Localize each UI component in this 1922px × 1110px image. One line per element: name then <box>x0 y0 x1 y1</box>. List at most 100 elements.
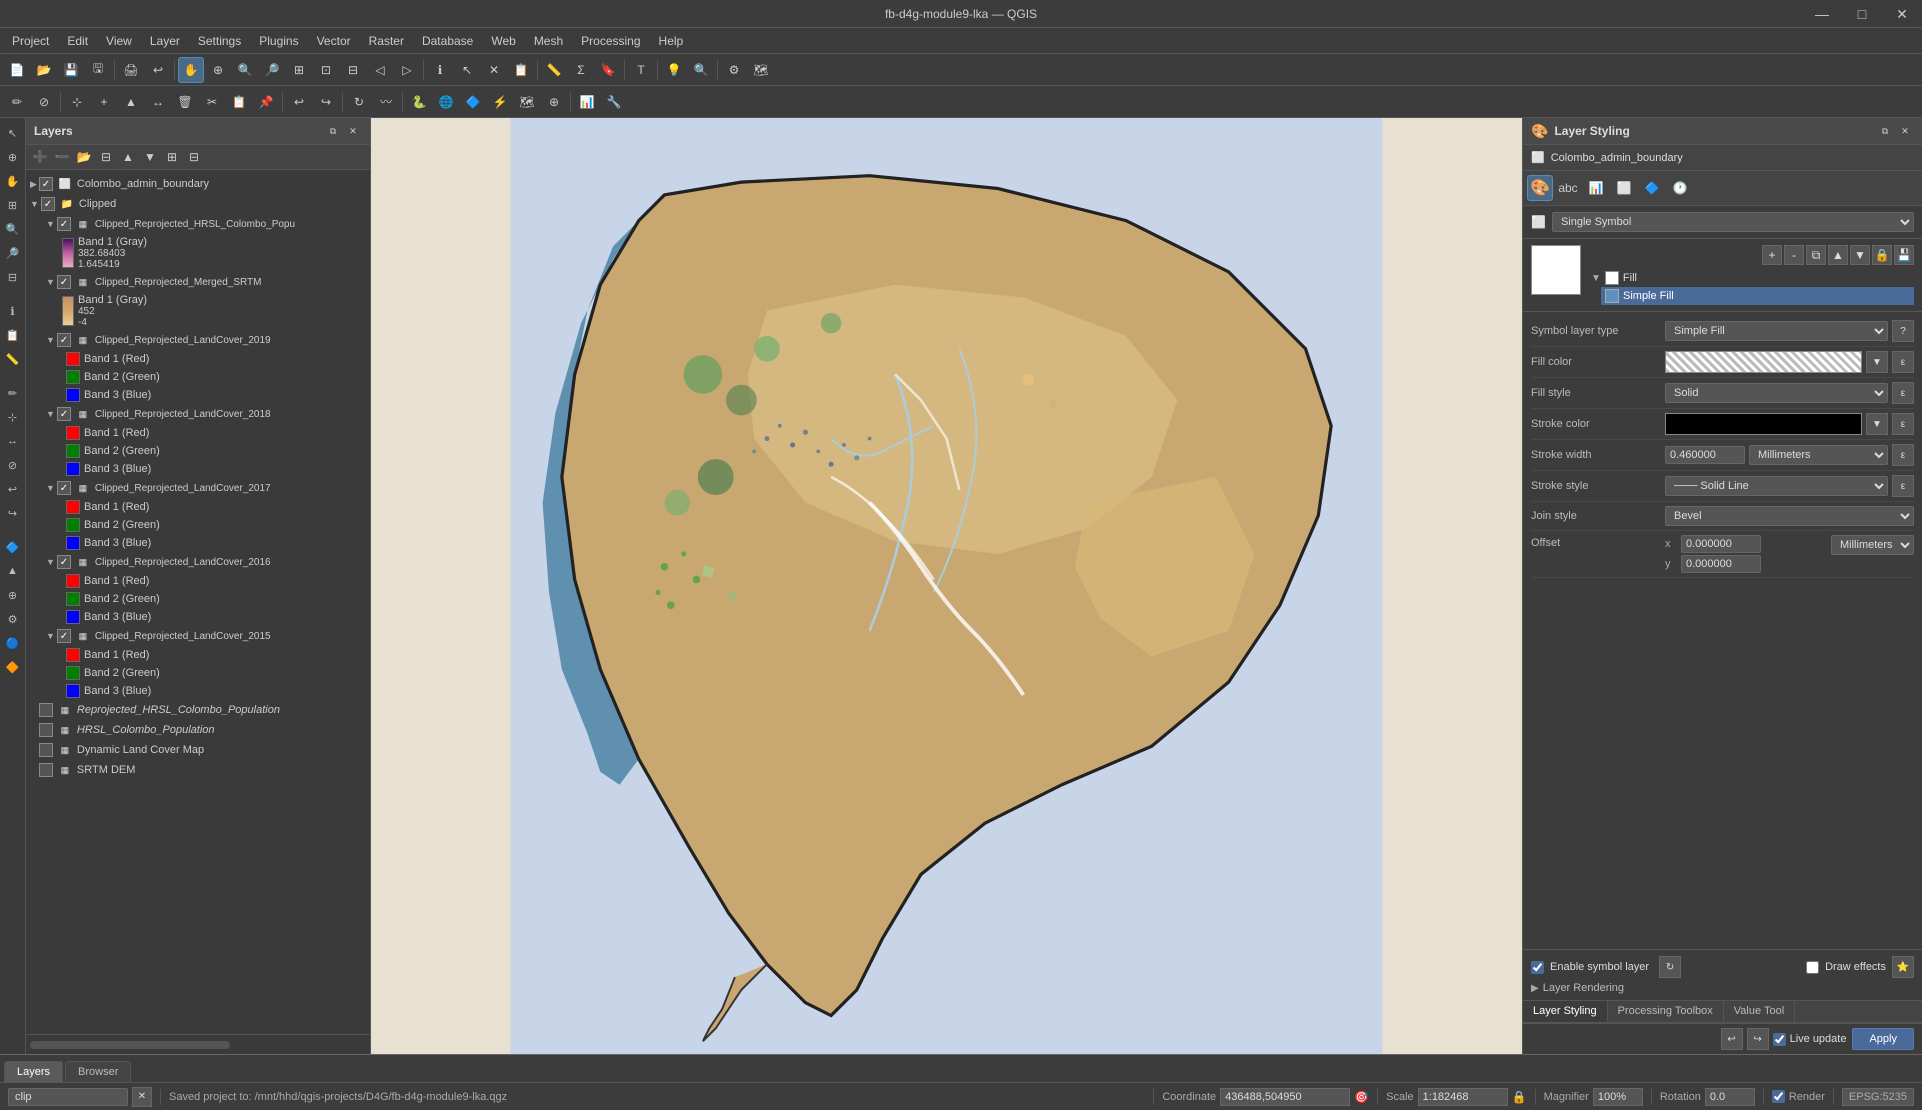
undo-style-btn[interactable]: ↩ <box>1721 1028 1743 1050</box>
zoom-out-btn[interactable]: 🔎 <box>259 57 285 83</box>
layers-panel-close-btn[interactable]: ✕ <box>344 122 362 140</box>
left-icon-13[interactable]: ↔ <box>2 430 24 452</box>
search-input[interactable] <box>8 1088 128 1106</box>
symbol-save-btn[interactable]: 💾 <box>1894 245 1914 265</box>
left-icon-12[interactable]: ⊹ <box>2 406 24 428</box>
layer-item-lc2019[interactable]: ▼ ▦ Clipped_Reprojected_LandCover_2019 <box>26 330 370 350</box>
stroke-width-input[interactable] <box>1665 446 1745 464</box>
menu-mesh[interactable]: Mesh <box>526 32 571 50</box>
menu-vector[interactable]: Vector <box>309 32 359 50</box>
zoom-back-btn[interactable]: ◁ <box>367 57 393 83</box>
deselect-btn[interactable]: ✕ <box>481 57 507 83</box>
layer-checkbox-lc2019[interactable] <box>57 333 71 347</box>
left-icon-4[interactable]: ⊞ <box>2 194 24 216</box>
select-btn[interactable]: ↖ <box>454 57 480 83</box>
symbol-lock-btn[interactable]: 🔒 <box>1872 245 1892 265</box>
undo-edit-btn[interactable]: ↩ <box>286 89 312 115</box>
menu-project[interactable]: Project <box>4 32 57 50</box>
open-project-btn[interactable]: 📂 <box>31 57 57 83</box>
menu-raster[interactable]: Raster <box>361 32 412 50</box>
left-icon-11[interactable]: ✏ <box>2 382 24 404</box>
menu-database[interactable]: Database <box>414 32 481 50</box>
fill-color-expr[interactable]: ε <box>1892 351 1914 373</box>
live-update-checkbox[interactable] <box>1773 1033 1786 1046</box>
fill-style-expr[interactable]: ε <box>1892 382 1914 404</box>
left-icon-22[interactable]: 🔶 <box>2 656 24 678</box>
menu-processing[interactable]: Processing <box>573 32 648 50</box>
menu-web[interactable]: Web <box>483 32 523 50</box>
style-diagram-icon[interactable]: 📊 <box>1583 175 1609 201</box>
add-feature-btn[interactable]: + <box>91 89 117 115</box>
add-layer-btn[interactable]: ➕ <box>30 147 50 167</box>
stroke-width-unit-select[interactable]: Millimeters <box>1749 445 1888 465</box>
bookmark-btn[interactable]: 🔖 <box>595 57 621 83</box>
symbol-down-btn[interactable]: ▼ <box>1850 245 1870 265</box>
more-1-btn[interactable]: ⚙ <box>721 57 747 83</box>
layer-item-hrsl-colombo[interactable]: ▶ ▦ HRSL_Colombo_Population <box>26 720 370 740</box>
search-btn[interactable]: 🔍 <box>688 57 714 83</box>
tab-layer-styling[interactable]: Layer Styling <box>1523 1001 1608 1022</box>
map-canvas-area[interactable] <box>371 118 1522 1054</box>
left-icon-9[interactable]: 📋 <box>2 324 24 346</box>
menu-edit[interactable]: Edit <box>59 32 96 50</box>
left-icon-18[interactable]: ▲ <box>2 560 24 582</box>
statistics-btn[interactable]: Σ <box>568 57 594 83</box>
menu-view[interactable]: View <box>98 32 140 50</box>
apply-button[interactable]: Apply <box>1852 1028 1914 1050</box>
edit-layer-btn[interactable]: ⊘ <box>31 89 57 115</box>
layer-item-lc2015[interactable]: ▼ ▦ Clipped_Reprojected_LandCover_2015 <box>26 626 370 646</box>
stroke-color-dropdown[interactable]: ▼ <box>1866 413 1888 435</box>
tips-btn[interactable]: 💡 <box>661 57 687 83</box>
left-icon-21[interactable]: 🔵 <box>2 632 24 654</box>
left-icon-14[interactable]: ⊘ <box>2 454 24 476</box>
layer-item-srtm-dem[interactable]: ▶ ▦ SRTM DEM <box>26 760 370 780</box>
layer-checkbox-srtm[interactable] <box>57 275 71 289</box>
layer-item-clipped-group[interactable]: ▼ 📁 Clipped <box>26 194 370 214</box>
left-icon-6[interactable]: 🔎 <box>2 242 24 264</box>
new-project-btn[interactable]: 📄 <box>4 57 30 83</box>
open-table-btn[interactable]: 📋 <box>508 57 534 83</box>
filter-layers-btn[interactable]: ⊟ <box>96 147 116 167</box>
symbol-remove-btn[interactable]: - <box>1784 245 1804 265</box>
scale-input[interactable] <box>1418 1088 1508 1106</box>
menu-layer[interactable]: Layer <box>142 32 188 50</box>
stroke-style-expr[interactable]: ε <box>1892 475 1914 497</box>
layer-checkbox-clipped[interactable] <box>41 197 55 211</box>
layer-item-lc2016[interactable]: ▼ ▦ Clipped_Reprojected_LandCover_2016 <box>26 552 370 572</box>
symbol-layer-type-help[interactable]: ? <box>1892 320 1914 342</box>
georef-btn[interactable]: ⊕ <box>541 89 567 115</box>
symbol-up-btn[interactable]: ▲ <box>1828 245 1848 265</box>
left-icon-5[interactable]: 🔍 <box>2 218 24 240</box>
left-icon-10[interactable]: 📏 <box>2 348 24 370</box>
layer-checkbox-hrsl-pop[interactable] <box>57 217 71 231</box>
stroke-color-picker[interactable] <box>1665 413 1862 435</box>
offset-y-input[interactable] <box>1681 555 1761 573</box>
magnifier-input[interactable] <box>1593 1088 1643 1106</box>
fill-style-select[interactable]: Solid <box>1665 383 1888 403</box>
menu-help[interactable]: Help <box>651 32 692 50</box>
symbol-dup-btn[interactable]: ⧉ <box>1806 245 1826 265</box>
node-tool-btn[interactable]: ⊹ <box>64 89 90 115</box>
rotation-input[interactable] <box>1705 1088 1755 1106</box>
maximize-button[interactable]: □ <box>1842 0 1882 28</box>
left-icon-2[interactable]: ⊕ <box>2 146 24 168</box>
measure-btn[interactable]: 📏 <box>541 57 567 83</box>
remove-layer-btn[interactable]: ➖ <box>52 147 72 167</box>
minimize-button[interactable]: — <box>1802 0 1842 28</box>
plugin3-btn[interactable]: 🔷 <box>460 89 486 115</box>
python-btn[interactable]: 🐍 <box>406 89 432 115</box>
zoom-selection-btn[interactable]: ⊡ <box>313 57 339 83</box>
more-2-btn[interactable]: 🗺 <box>748 57 774 83</box>
plugin2-btn[interactable]: 🌐 <box>433 89 459 115</box>
save-project-btn[interactable]: 💾 <box>58 57 84 83</box>
stroke-width-expr[interactable]: ε <box>1892 444 1914 466</box>
left-icon-3[interactable]: ✋ <box>2 170 24 192</box>
identify-btn[interactable]: ℹ <box>427 57 453 83</box>
zoom-full-btn[interactable]: ⊞ <box>286 57 312 83</box>
fill-color-dropdown[interactable]: ▼ <box>1866 351 1888 373</box>
stroke-style-select[interactable]: ─── Solid Line <box>1665 476 1888 496</box>
layer-checkbox-lc2017[interactable] <box>57 481 71 495</box>
stroke-color-expr[interactable]: ε <box>1892 413 1914 435</box>
move-up-btn[interactable]: ▲ <box>118 147 138 167</box>
plugin6-btn[interactable]: 🔧 <box>601 89 627 115</box>
